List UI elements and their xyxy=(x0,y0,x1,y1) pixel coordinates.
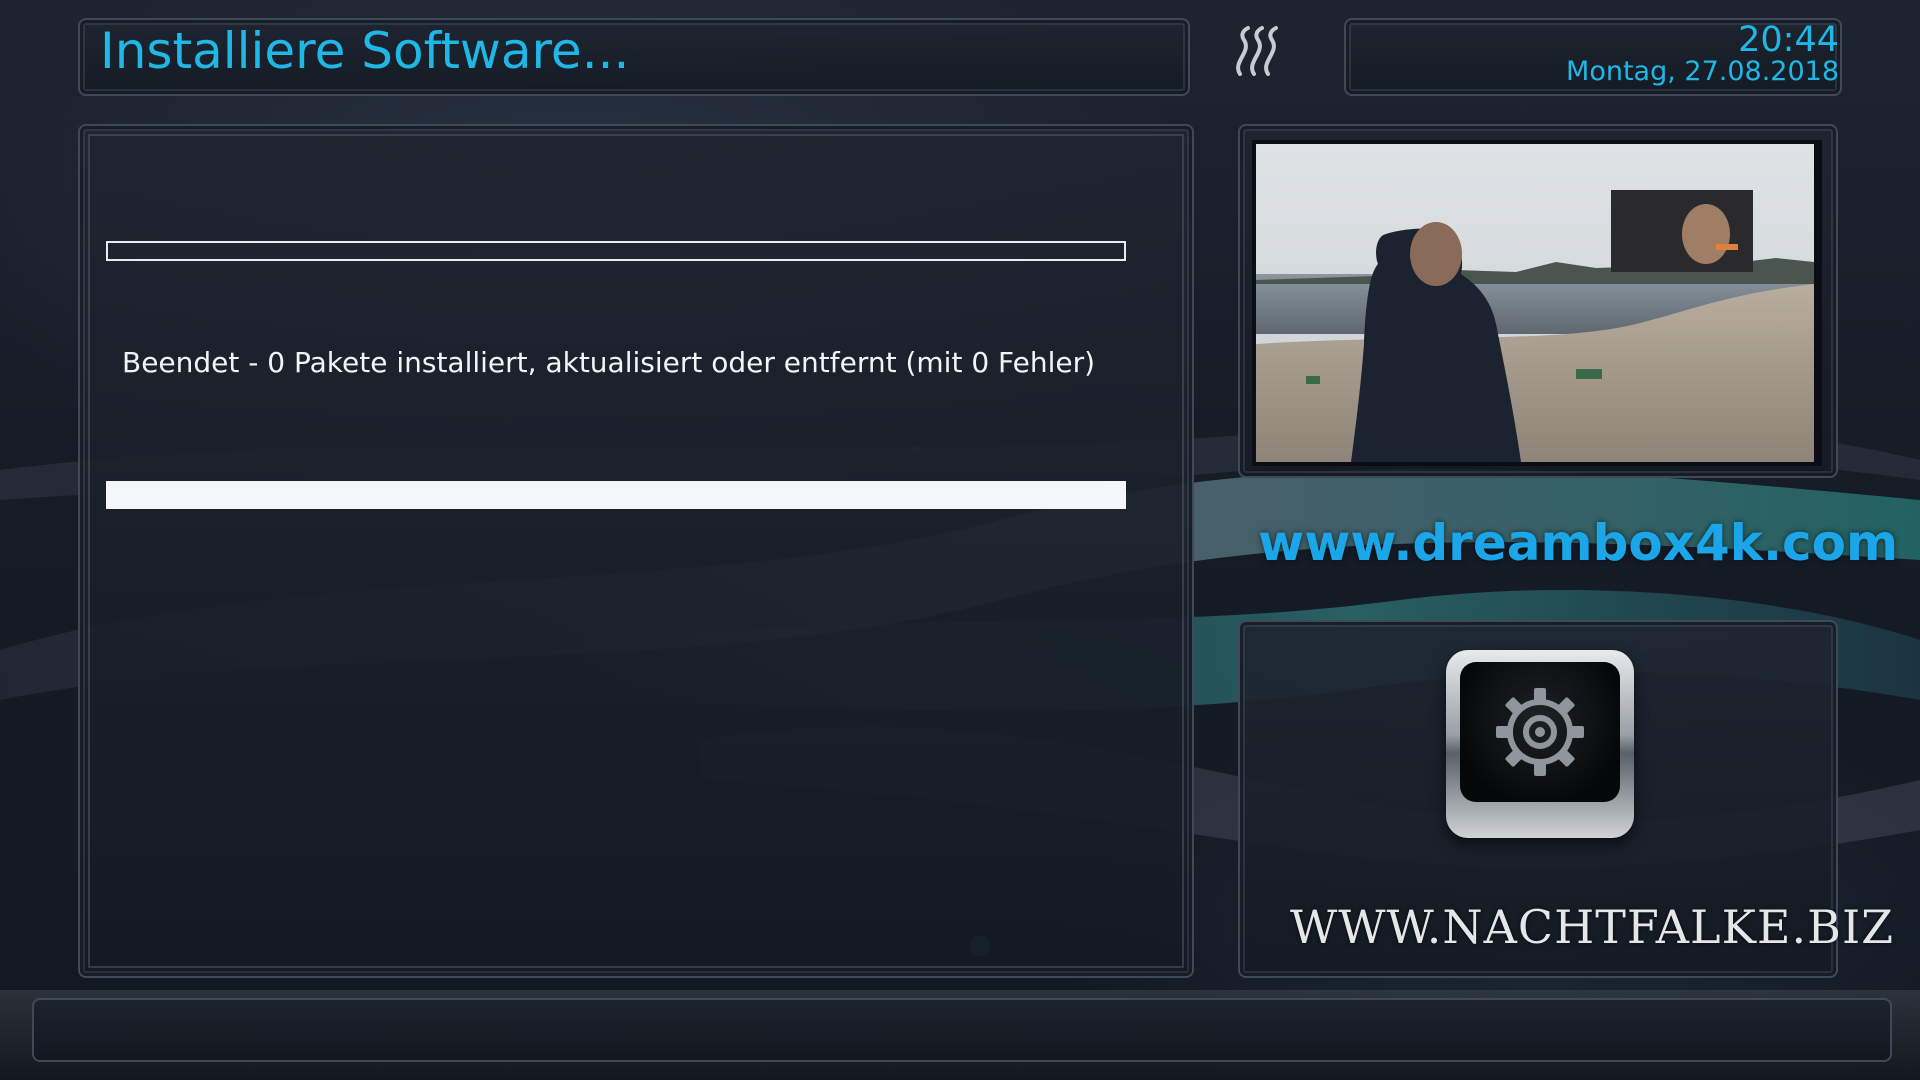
screen: Installiere Software... 20:44 Montag, 27… xyxy=(0,0,1920,1080)
live-tv-preview xyxy=(1256,144,1814,462)
clock-date: Montag, 27.08.2018 xyxy=(1566,56,1839,87)
page-title: Installiere Software... xyxy=(100,22,630,80)
gear-icon xyxy=(1496,688,1584,776)
waves-icon xyxy=(1236,26,1278,76)
overall-progress-fill xyxy=(106,481,1126,509)
clock-time: 20:44 xyxy=(1738,20,1839,60)
footer-bar xyxy=(32,998,1892,1062)
website-link: www.dreambox4k.com xyxy=(1258,514,1899,572)
overall-progress-bar xyxy=(106,481,1126,509)
status-message: Beendet - 0 Pakete installiert, aktualis… xyxy=(122,346,1096,379)
package-progress-bar xyxy=(106,241,1126,261)
brand-logo-text: WWW.NACHTFALKE.BIZ xyxy=(1290,900,1895,954)
